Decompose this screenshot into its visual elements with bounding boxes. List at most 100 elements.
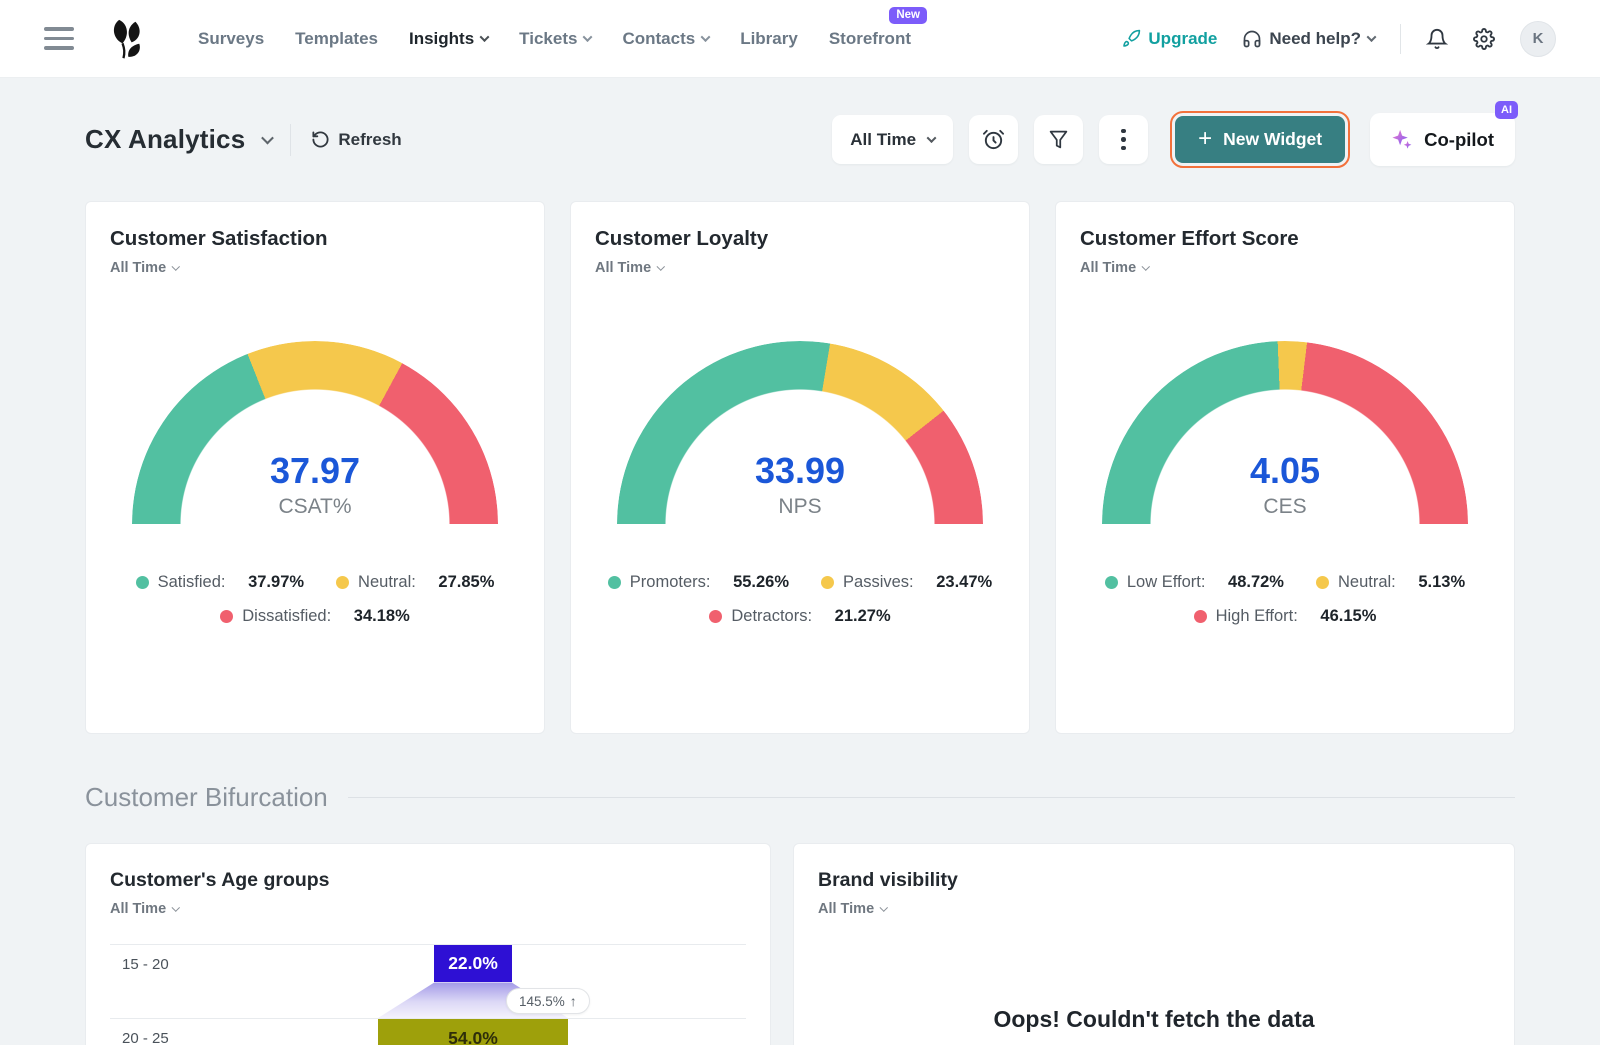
more-options-button[interactable] xyxy=(1099,115,1148,164)
chevron-down-icon xyxy=(583,32,593,42)
funnel-category: 20 - 25 xyxy=(110,1019,200,1045)
new-widget-button[interactable]: + New Widget xyxy=(1175,116,1345,163)
nps-gauge-chart: 33.99 NPS xyxy=(617,341,983,525)
legend-dot xyxy=(220,610,233,623)
chevron-down-icon xyxy=(1367,32,1377,42)
legend-item: High Effort: 46.15% xyxy=(1194,607,1377,626)
page-title: CX Analytics xyxy=(85,124,245,155)
legend-dot xyxy=(336,576,349,589)
nav-item-library[interactable]: Library xyxy=(740,29,798,49)
gauge-value: 37.97 xyxy=(132,450,498,492)
sparkle-icon xyxy=(1391,128,1414,151)
nav-item-storefront[interactable]: Storefront New xyxy=(829,29,911,49)
funnel-change-badge: 145.5%↑ xyxy=(506,988,590,1014)
customer-loyalty-card: Customer Loyalty All Time 33.99 NPS Prom… xyxy=(570,201,1030,734)
chevron-down-icon xyxy=(172,904,180,912)
chevron-down-icon xyxy=(880,904,888,912)
bottom-cards-row: Customer's Age groups All Time 15 - 20 2… xyxy=(85,843,1515,1045)
ai-badge: AI xyxy=(1495,101,1518,119)
card-time-filter[interactable]: All Time xyxy=(1080,260,1149,276)
gauge-label: CSAT% xyxy=(132,495,498,519)
chevron-down-icon xyxy=(701,32,711,42)
customer-bifurcation-section: Customer Bifurcation xyxy=(85,782,1515,813)
gauge-legend: Promoters: 55.26% Passives: 23.47% Detra… xyxy=(595,573,1005,626)
legend-dot xyxy=(821,576,834,589)
gauge-value: 4.05 xyxy=(1102,450,1468,492)
chevron-down-icon xyxy=(262,131,275,144)
gauge-legend: Satisfied: 37.97% Neutral: 27.85% Dissat… xyxy=(110,573,520,626)
age-groups-card: Customer's Age groups All Time 15 - 20 2… xyxy=(85,843,771,1045)
card-title: Customer Loyalty xyxy=(595,227,1005,251)
section-divider xyxy=(348,797,1515,798)
legend-dot xyxy=(608,576,621,589)
legend-dot xyxy=(1316,576,1329,589)
customer-effort-score-card: Customer Effort Score All Time 4.05 CES … xyxy=(1055,201,1515,734)
legend-item: Neutral: 27.85% xyxy=(336,573,494,592)
arrow-up-icon: ↑ xyxy=(570,993,577,1009)
legend-item: Neutral: 5.13% xyxy=(1316,573,1465,592)
legend-item: Satisfied: 37.97% xyxy=(136,573,304,592)
chevron-down-icon xyxy=(480,32,490,42)
filter-button[interactable] xyxy=(1034,115,1083,164)
gauge-label: CES xyxy=(1102,495,1468,519)
chevron-down-icon xyxy=(927,133,937,143)
legend-dot xyxy=(709,610,722,623)
divider xyxy=(290,124,291,156)
gauge-legend: Low Effort: 48.72% Neutral: 5.13% High E… xyxy=(1080,573,1490,626)
kebab-menu-icon xyxy=(1121,129,1126,151)
card-time-filter[interactable]: All Time xyxy=(110,260,179,276)
funnel-row: 20 - 25 54.0% xyxy=(110,1018,746,1045)
copilot-button[interactable]: Co-pilot AI xyxy=(1370,113,1515,166)
nav-item-contacts[interactable]: Contacts xyxy=(622,29,709,49)
ces-gauge-chart: 4.05 CES xyxy=(1102,341,1468,525)
card-title: Customer Effort Score xyxy=(1080,227,1490,251)
brand-leaf-logo xyxy=(100,16,146,62)
legend-item: Dissatisfied: 34.18% xyxy=(220,607,410,626)
chevron-down-icon xyxy=(1142,263,1150,271)
legend-item: Low Effort: 48.72% xyxy=(1105,573,1284,592)
gauge-cards-row: Customer Satisfaction All Time 37.97 CSA… xyxy=(85,201,1515,734)
notifications-bell-icon[interactable] xyxy=(1426,28,1448,50)
legend-item: Detractors: 21.27% xyxy=(709,607,890,626)
funnel-category: 15 - 20 xyxy=(110,945,200,983)
upgrade-link[interactable]: Upgrade xyxy=(1122,29,1217,49)
dashboard-switcher-chevron[interactable] xyxy=(263,131,272,149)
card-title: Customer Satisfaction xyxy=(110,227,520,251)
chevron-down-icon xyxy=(172,263,180,271)
chevron-down-icon xyxy=(657,263,665,271)
customer-satisfaction-card: Customer Satisfaction All Time 37.97 CSA… xyxy=(85,201,545,734)
refresh-button[interactable]: Refresh xyxy=(311,130,401,150)
legend-dot xyxy=(1194,610,1207,623)
funnel-bar: 54.0% xyxy=(378,1019,568,1045)
page-header: CX Analytics Refresh All Time + New Widg… xyxy=(85,111,1515,168)
nav-item-tickets[interactable]: Tickets xyxy=(519,29,591,49)
card-title: Customer's Age groups xyxy=(110,869,746,892)
settings-gear-icon[interactable] xyxy=(1473,28,1495,50)
user-avatar[interactable]: K xyxy=(1520,21,1556,57)
alarm-clock-icon xyxy=(982,128,1005,151)
nav-item-templates[interactable]: Templates xyxy=(295,29,378,49)
need-help-menu[interactable]: Need help? xyxy=(1242,29,1375,49)
headset-icon xyxy=(1242,29,1262,49)
csat-gauge-chart: 37.97 CSAT% xyxy=(132,341,498,525)
funnel-filter-icon xyxy=(1048,129,1069,150)
refresh-icon xyxy=(311,130,330,149)
age-groups-funnel-chart: 15 - 20 22.0% 145.5%↑ 20 - 25 54.0% xyxy=(110,944,746,1045)
hamburger-menu-icon[interactable] xyxy=(44,27,74,50)
card-time-filter[interactable]: All Time xyxy=(110,901,179,917)
time-filter-dropdown[interactable]: All Time xyxy=(832,115,953,164)
gauge-value: 33.99 xyxy=(617,450,983,492)
rocket-icon xyxy=(1122,29,1141,48)
card-time-filter[interactable]: All Time xyxy=(818,901,887,917)
legend-dot xyxy=(136,576,149,589)
section-title: Customer Bifurcation xyxy=(85,782,328,813)
schedule-alarm-button[interactable] xyxy=(969,115,1018,164)
nav-item-surveys[interactable]: Surveys xyxy=(198,29,264,49)
legend-item: Passives: 23.47% xyxy=(821,573,992,592)
gauge-label: NPS xyxy=(617,495,983,519)
funnel-row: 15 - 20 22.0% 145.5%↑ xyxy=(110,944,746,1018)
error-message: Oops! Couldn't fetch the data xyxy=(818,1006,1490,1033)
nav-item-insights[interactable]: Insights xyxy=(409,29,488,49)
card-time-filter[interactable]: All Time xyxy=(595,260,664,276)
brand-visibility-card: Brand visibility All Time Oops! Couldn't… xyxy=(793,843,1515,1045)
